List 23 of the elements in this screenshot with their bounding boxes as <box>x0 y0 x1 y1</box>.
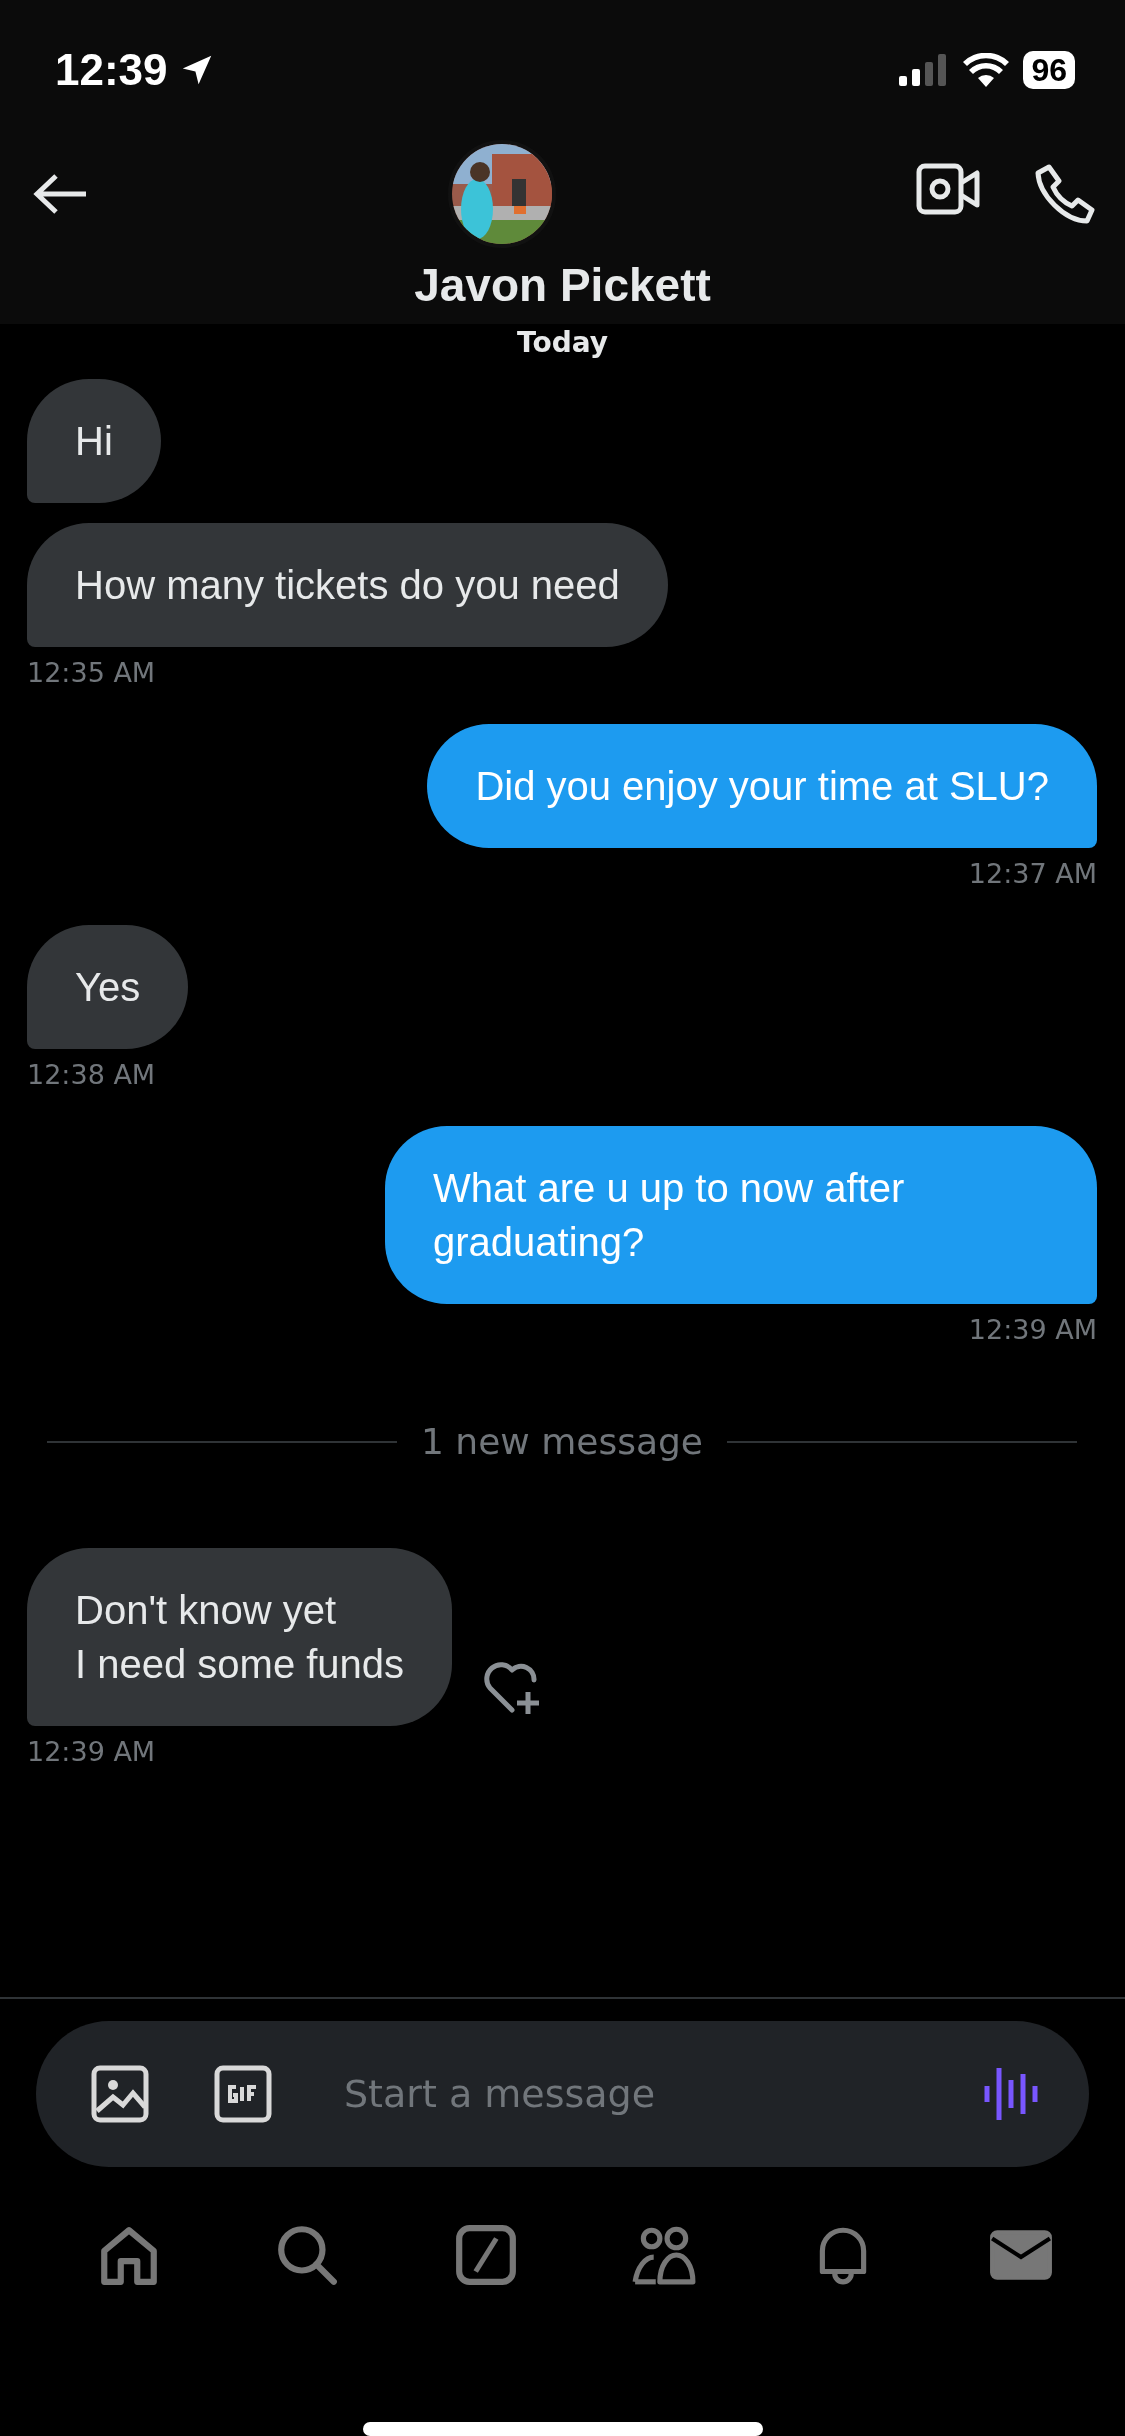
image-icon[interactable] <box>91 2065 149 2123</box>
message-time: 12:35 AM <box>27 657 156 688</box>
message-time: 12:38 AM <box>27 1059 156 1090</box>
received-message-bubble[interactable]: How many tickets do you need <box>27 523 668 647</box>
wifi-icon <box>963 53 1010 87</box>
back-arrow-icon[interactable] <box>32 172 88 216</box>
message-time: 12:39 AM <box>27 1736 156 1767</box>
voice-wave-icon[interactable] <box>983 2066 1039 2122</box>
contact-name[interactable]: Javon Pickett <box>414 258 711 312</box>
message-input[interactable]: Start a message <box>342 2071 983 2117</box>
video-camera-icon[interactable] <box>916 163 980 215</box>
received-message-bubble[interactable]: Hi <box>27 379 161 503</box>
message-composer[interactable]: Start a message <box>36 2021 1089 2167</box>
new-message-divider-label: 1 new message <box>421 1421 703 1462</box>
day-label: Today <box>516 326 609 359</box>
status-time: 12:39 <box>55 45 168 95</box>
message-time: 12:39 AM <box>968 1314 1097 1345</box>
phone-icon[interactable] <box>1035 163 1095 225</box>
received-message-bubble[interactable]: Don't know yet I need some funds <box>27 1548 453 1726</box>
gif-icon[interactable] <box>214 2065 272 2123</box>
message-time: 12:37 AM <box>968 858 1097 889</box>
battery-level: 96 <box>1023 51 1075 89</box>
received-message-bubble[interactable]: Yes <box>27 925 189 1049</box>
